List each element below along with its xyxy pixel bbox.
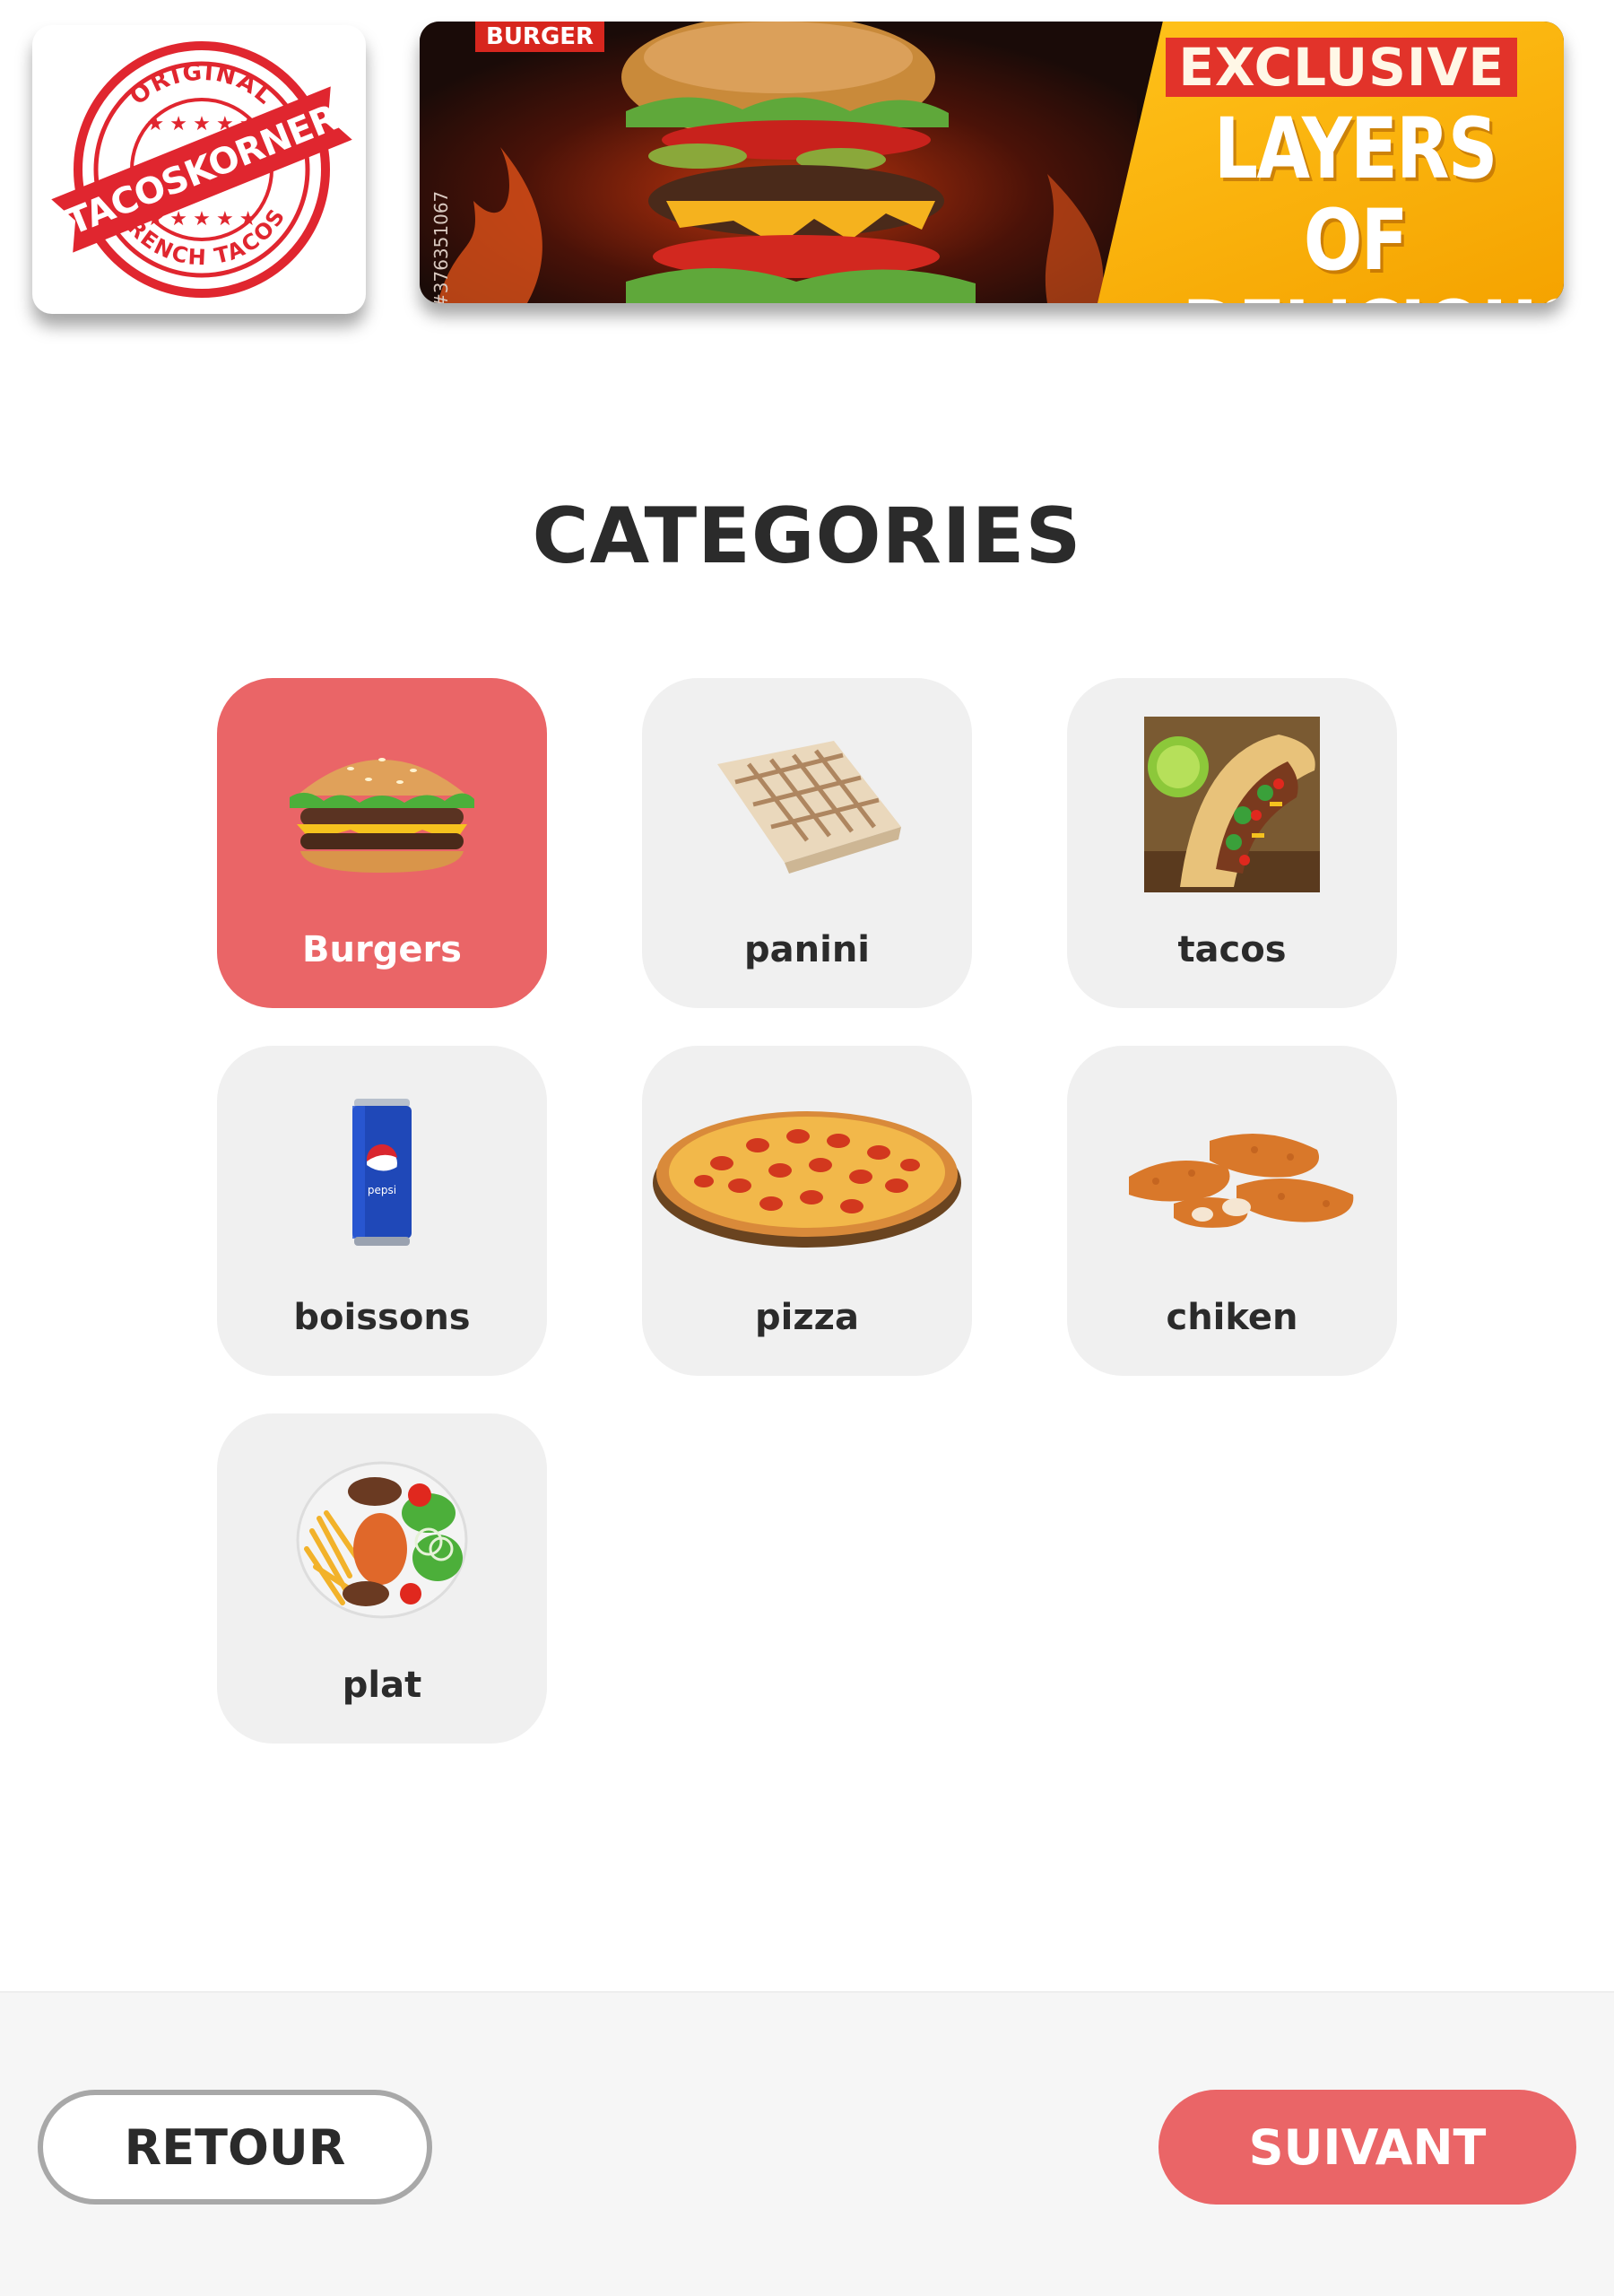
category-tile-plat[interactable]: plat <box>217 1413 547 1744</box>
logo-arc-top: ORIGINAL <box>125 58 276 110</box>
tacos-image <box>1067 710 1397 899</box>
tacoskorner-stamp-logo: ORIGINAL FRENCH TACOS ★ ★ ★ ★ ★ ★ ★ ★ ★ … <box>51 41 352 298</box>
category-label: chiken <box>1166 1297 1298 1338</box>
svg-text:ORIGINAL: ORIGINAL <box>125 58 278 110</box>
panini-image <box>642 710 972 899</box>
burger-banner-art <box>420 22 1137 303</box>
category-tile-panini[interactable]: panini <box>642 678 972 1008</box>
category-label: boissons <box>293 1297 471 1338</box>
promo-banner[interactable]: BURGER #376351067 EXCLUSIVE LAYERS OF DE… <box>420 22 1564 303</box>
category-label: plat <box>342 1665 422 1706</box>
category-tile-tacos[interactable]: tacos <box>1067 678 1397 1008</box>
svg-text:pepsi: pepsi <box>368 1184 396 1196</box>
banner-headline: LAYERS OF DELICIOUS <box>1183 100 1564 304</box>
banner-headline-line1: LAYERS OF <box>1213 100 1498 290</box>
plate-image <box>217 1446 547 1634</box>
page-title: CATEGORIES <box>532 491 1082 581</box>
category-label: Burgers <box>302 929 462 970</box>
chicken-tenders-image <box>1067 1078 1397 1266</box>
category-tile-boissons[interactable]: pepsi boissons <box>217 1046 547 1376</box>
banner-stock-id: #376351067 <box>430 190 452 303</box>
back-button[interactable]: RETOUR <box>38 2090 432 2205</box>
next-button[interactable]: SUIVANT <box>1158 2090 1576 2205</box>
footer-bar: RETOUR SUIVANT <box>0 1991 1614 2296</box>
soda-can-image: pepsi <box>217 1078 547 1266</box>
category-tile-burgers[interactable]: Burgers <box>217 678 547 1008</box>
category-label: pizza <box>755 1297 859 1338</box>
category-label: tacos <box>1177 929 1287 970</box>
banner-exclusive-label: EXCLUSIVE <box>1166 38 1517 97</box>
banner-tag: BURGER <box>475 22 605 52</box>
brand-logo-card: ORIGINAL FRENCH TACOS ★ ★ ★ ★ ★ ★ ★ ★ ★ … <box>32 25 366 314</box>
category-tile-pizza[interactable]: pizza <box>642 1046 972 1376</box>
category-tile-chiken[interactable]: chiken <box>1067 1046 1397 1376</box>
banner-headline-line2: DELICIOUS <box>1183 287 1564 304</box>
category-label: panini <box>744 929 870 970</box>
burger-image <box>217 710 547 899</box>
pizza-image <box>642 1078 972 1266</box>
